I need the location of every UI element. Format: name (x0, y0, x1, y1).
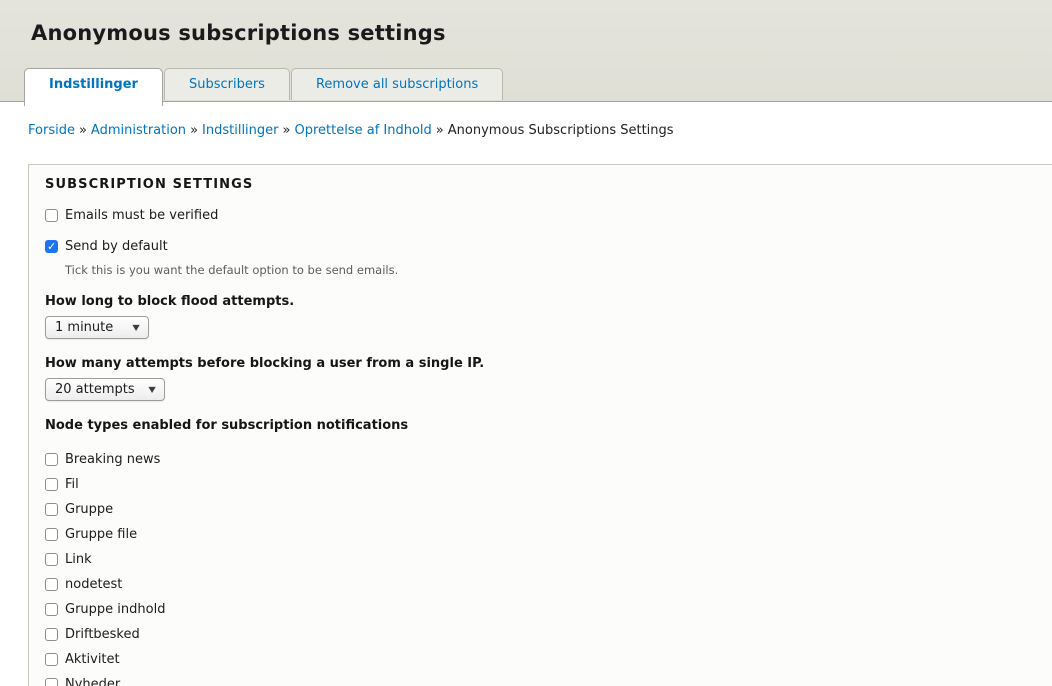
flood-window-select[interactable]: 1 minute ▼ (45, 316, 149, 339)
node-type-label[interactable]: Gruppe indhold (65, 602, 165, 617)
primary-tabs: Indstillinger Subscribers Remove all sub… (24, 68, 503, 107)
breadcrumb-link-forside[interactable]: Forside (28, 123, 75, 138)
node-type-checkbox-gruppe-indhold[interactable]: ✓ (45, 603, 58, 616)
node-type-row: ✓ Nyheder (45, 672, 1052, 686)
node-type-row: ✓ Gruppe indhold (45, 597, 1052, 622)
node-type-row: ✓ Aktivitet (45, 647, 1052, 672)
tab-subscribers[interactable]: Subscribers (164, 68, 290, 100)
breadcrumb: Forside»Administration»Indstillinger»Opr… (28, 123, 1032, 138)
emails-verified-checkbox[interactable]: ✓ (45, 209, 58, 222)
breadcrumb-separator: » (190, 123, 198, 138)
node-type-checkbox-driftbesked[interactable]: ✓ (45, 628, 58, 641)
node-type-label[interactable]: Gruppe file (65, 527, 137, 542)
node-type-checkbox-fil[interactable]: ✓ (45, 478, 58, 491)
node-type-label[interactable]: Fil (65, 477, 79, 492)
node-type-checkbox-link[interactable]: ✓ (45, 553, 58, 566)
send-by-default-checkbox[interactable]: ✓ (45, 240, 58, 253)
node-type-row: ✓ Driftbesked (45, 622, 1052, 647)
node-type-checkbox-gruppe-file[interactable]: ✓ (45, 528, 58, 541)
node-type-row: ✓ Fil (45, 472, 1052, 497)
node-type-checkbox-aktivitet[interactable]: ✓ (45, 653, 58, 666)
node-type-label[interactable]: Link (65, 552, 92, 567)
node-type-row: ✓ nodetest (45, 572, 1052, 597)
emails-verified-label[interactable]: Emails must be verified (65, 208, 218, 223)
node-type-label[interactable]: Aktivitet (65, 652, 120, 667)
dropdown-arrow-icon: ▼ (148, 385, 155, 394)
breadcrumb-link-indstillinger[interactable]: Indstillinger (202, 123, 278, 138)
breadcrumb-link-oprettelse-af-indhold[interactable]: Oprettelse af Indhold (294, 123, 431, 138)
send-by-default-label[interactable]: Send by default (65, 239, 168, 254)
fieldset-legend: SUBSCRIPTION SETTINGS (45, 175, 1052, 192)
flood-attempts-value: 20 attempts (55, 382, 135, 397)
flood-window-value: 1 minute (55, 320, 113, 335)
node-types-label: Node types enabled for subscription noti… (45, 418, 1052, 433)
breadcrumb-separator: » (283, 123, 291, 138)
subscription-settings-fieldset: SUBSCRIPTION SETTINGS ✓ Emails must be v… (28, 164, 1052, 686)
node-type-row: ✓ Breaking news (45, 447, 1052, 472)
page-title: Anonymous subscriptions settings (0, 0, 1052, 45)
page: Anonymous subscriptions settings Indstil… (0, 0, 1052, 686)
breadcrumb-link-administration[interactable]: Administration (91, 123, 186, 138)
flood-attempts-select[interactable]: 20 attempts ▼ (45, 378, 165, 401)
send-by-default-row: ✓ Send by default (45, 239, 1052, 254)
node-type-checkbox-nodetest[interactable]: ✓ (45, 578, 58, 591)
send-by-default-description: Tick this is you want the default option… (65, 263, 1052, 277)
node-type-checkbox-gruppe[interactable]: ✓ (45, 503, 58, 516)
node-type-label[interactable]: Breaking news (65, 452, 160, 467)
check-icon: ✓ (47, 240, 56, 253)
tab-indstillinger[interactable]: Indstillinger (24, 68, 163, 106)
page-header: Anonymous subscriptions settings Indstil… (0, 0, 1052, 102)
node-types-list: ✓ Breaking news ✓ Fil ✓ Gruppe ✓ Gruppe … (45, 447, 1052, 686)
node-type-row: ✓ Gruppe (45, 497, 1052, 522)
node-type-checkbox-breaking-news[interactable]: ✓ (45, 453, 58, 466)
dropdown-arrow-icon: ▼ (132, 323, 139, 332)
node-type-label[interactable]: Gruppe (65, 502, 113, 517)
breadcrumb-current: Anonymous Subscriptions Settings (448, 123, 674, 138)
node-type-checkbox-nyheder[interactable]: ✓ (45, 678, 58, 686)
node-type-row: ✓ Link (45, 547, 1052, 572)
emails-verified-row: ✓ Emails must be verified (45, 208, 1052, 223)
flood-window-label: How long to block flood attempts. (45, 294, 1052, 309)
tab-remove-all-subscriptions[interactable]: Remove all subscriptions (291, 68, 503, 100)
node-type-label[interactable]: nodetest (65, 577, 122, 592)
node-type-label[interactable]: Nyheder (65, 677, 120, 686)
flood-attempts-label: How many attempts before blocking a user… (45, 356, 1052, 371)
node-type-row: ✓ Gruppe file (45, 522, 1052, 547)
node-type-label[interactable]: Driftbesked (65, 627, 140, 642)
breadcrumb-separator: » (436, 123, 444, 138)
breadcrumb-separator: » (79, 123, 87, 138)
